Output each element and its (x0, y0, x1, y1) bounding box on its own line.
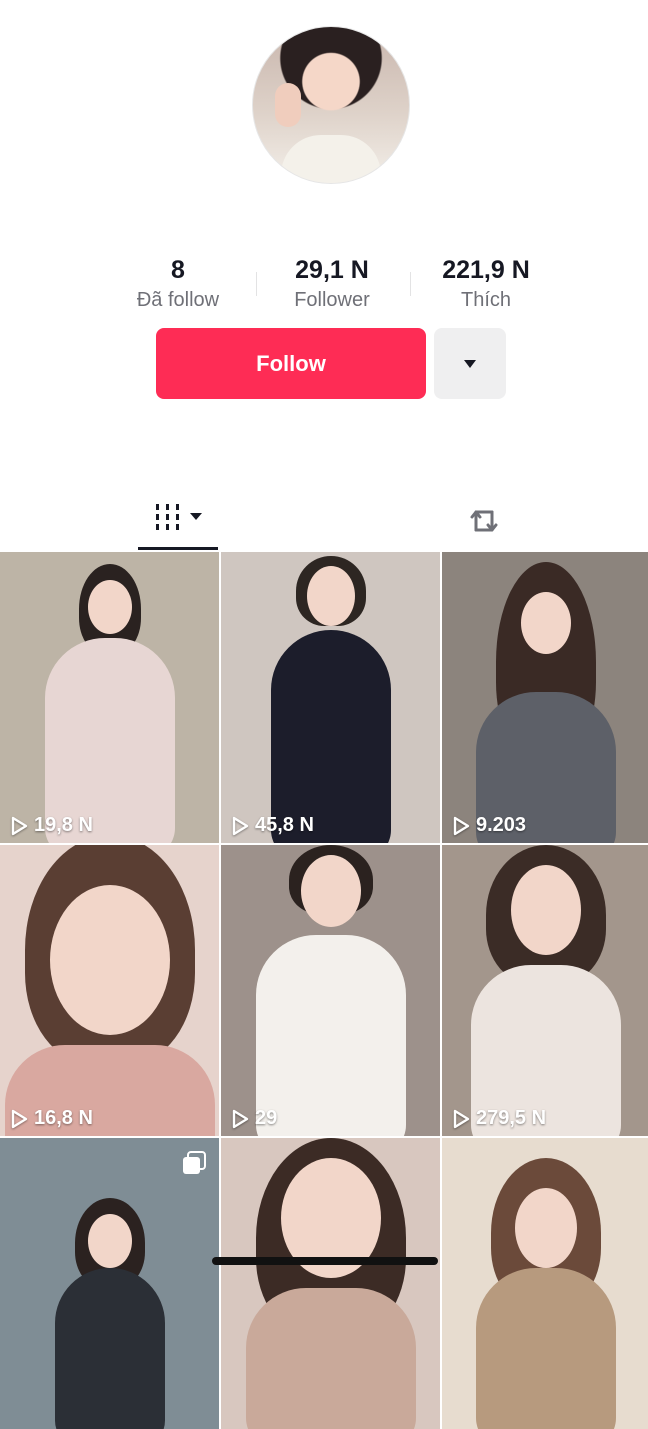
active-tab-indicator (138, 547, 218, 550)
view-count: 16,8 N (10, 1107, 93, 1130)
stat-followers[interactable]: 29,1 N Follower (256, 254, 408, 314)
multiple-photos-icon (183, 1151, 206, 1174)
following-count: 8 (171, 256, 185, 284)
followers-label: Follower (294, 289, 370, 311)
tab-videos[interactable] (138, 490, 218, 550)
view-count-label: 16,8 N (34, 1107, 93, 1129)
play-icon (232, 1109, 249, 1128)
thumbnail-face (49, 885, 170, 1035)
view-count: 19,8 N (10, 814, 93, 837)
video-thumbnail[interactable]: 9.203 (442, 552, 648, 843)
avatar-shirt (281, 135, 381, 183)
repost-icon (470, 510, 498, 532)
following-label: Đã follow (136, 289, 220, 311)
view-count-label: 45,8 N (255, 814, 314, 836)
profile-avatar[interactable] (252, 26, 410, 184)
thumbnail-figure (255, 935, 406, 1136)
thumbnail-face (87, 1214, 132, 1268)
view-count: 279,5 N (452, 1107, 546, 1130)
thumbnail-face (515, 1188, 577, 1268)
thumbnail-face (306, 566, 355, 626)
followers-count: 29,1 N (295, 256, 369, 284)
likes-label: Thích (460, 289, 512, 311)
stat-likes[interactable]: 221,9 N Thích (410, 254, 562, 314)
profile-stats: 8 Đã follow 29,1 N Follower 221,9 N Thíc… (102, 254, 562, 314)
thumbnail-figure (476, 1268, 616, 1429)
play-icon (453, 816, 470, 835)
caret-down-icon (464, 359, 476, 368)
view-count: 9.203 (452, 814, 526, 837)
follow-button[interactable]: Follow (156, 328, 426, 399)
video-thumbnail[interactable] (442, 1138, 648, 1429)
video-thumbnail[interactable]: 45,8 N (221, 552, 440, 843)
play-icon (453, 1109, 470, 1128)
video-thumbnail[interactable] (221, 1138, 440, 1429)
avatar-hand (275, 83, 301, 127)
thumbnail-figure (54, 1268, 165, 1429)
home-indicator[interactable] (212, 1257, 438, 1265)
video-grid: 19,8 N 45,8 N 9.203 16,8 N 29 279,5 N (0, 552, 648, 1429)
video-thumbnail[interactable]: 29 (221, 845, 440, 1136)
suggested-accounts-button[interactable] (434, 328, 506, 399)
view-count-label: 279,5 N (476, 1107, 547, 1129)
video-thumbnail[interactable] (0, 1138, 219, 1429)
video-thumbnail[interactable]: 279,5 N (442, 845, 648, 1136)
view-count-label: 19,8 N (34, 814, 93, 836)
view-count-label: 29 (255, 1107, 278, 1129)
view-count: 45,8 N (231, 814, 314, 837)
profile-tabs (0, 490, 648, 550)
video-thumbnail[interactable]: 19,8 N (0, 552, 219, 843)
thumbnail-face (87, 580, 132, 634)
play-icon (11, 1109, 28, 1128)
play-icon (232, 816, 249, 835)
tab-reposts[interactable] (452, 490, 512, 550)
grid-lines-icon (156, 504, 202, 530)
thumbnail-figure (245, 1288, 416, 1429)
likes-count: 221,9 N (442, 256, 530, 284)
play-icon (11, 816, 28, 835)
thumbnail-figure (44, 638, 175, 843)
thumbnail-figure (270, 630, 391, 843)
stat-following[interactable]: 8 Đã follow (102, 254, 254, 314)
video-thumbnail[interactable]: 16,8 N (0, 845, 219, 1136)
view-count: 29 (231, 1107, 277, 1130)
thumbnail-face (300, 855, 361, 927)
thumbnail-face (521, 592, 571, 654)
thumbnail-face (511, 865, 581, 955)
view-count-label: 9.203 (476, 814, 527, 836)
